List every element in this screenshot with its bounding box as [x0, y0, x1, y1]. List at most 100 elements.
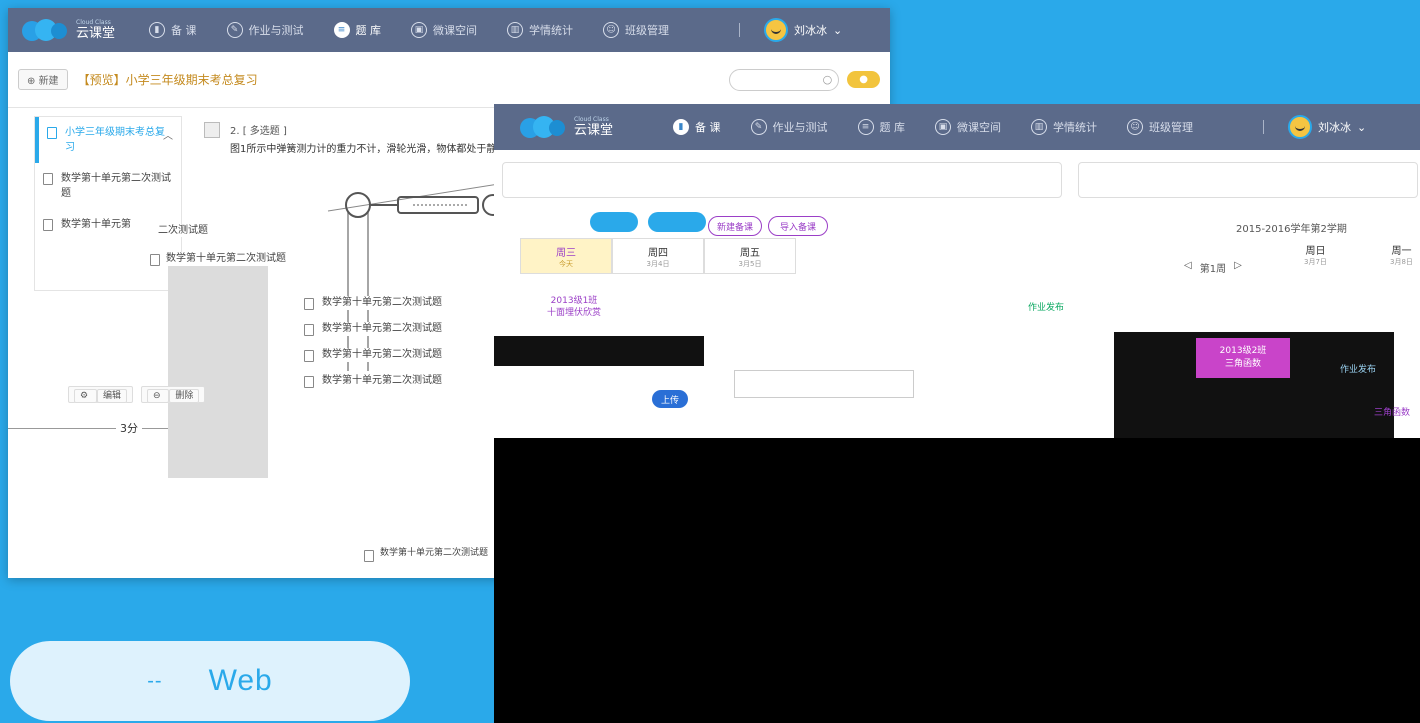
tag-label: Web — [208, 664, 273, 697]
chevron-down-icon: ⌄ — [833, 23, 843, 37]
preview-toolbar: ⊕ 新建 【预览】小学三年级期末考总复习 ○ ● — [8, 52, 890, 108]
user-menu[interactable]: 刘冰冰 ⌄ — [764, 18, 842, 42]
nav-class[interactable]: ☺ 班级管理 — [1127, 119, 1193, 135]
logo[interactable]: Cloud Class 云课堂 — [22, 19, 115, 41]
gear-icon: ⚙ — [74, 389, 97, 403]
plus-icon: ⊕ — [27, 76, 39, 87]
top-nav: Cloud Class 云课堂 ▮ 备 课 ✎ 作业与测试 ≡ 题 库 ▣ 微课空间 ▥… — [8, 8, 890, 52]
day-date: 3月7日 — [1304, 258, 1327, 266]
list-item[interactable]: 数学第十单元第二次测试题 — [304, 296, 444, 310]
day-name: 周四 — [648, 247, 668, 259]
extra-label: 二次测试题 — [158, 224, 208, 237]
document-icon — [304, 350, 314, 362]
nav-micro-course[interactable]: ▣ 微课空间 — [935, 119, 1001, 135]
import-lesson-button[interactable]: 导入备课 — [768, 216, 828, 236]
list-item[interactable]: 数学第十单元第二次测试题 — [304, 322, 444, 336]
sidebar-item-label: 数学第十单元第二次测试题 — [61, 173, 171, 199]
calendar-panel: 新建备课 导入备课 2015-2016学年第2学期 周三 今天 周四 3月4日 周五… — [494, 150, 1420, 438]
question-actions: ⚙ 编辑 ⊖ 删除 — [68, 386, 206, 403]
nav-homework[interactable]: ✎ 作业与测试 — [750, 119, 828, 135]
nav-question-bank[interactable]: ≡ 题 库 — [333, 22, 381, 38]
occlusion-block — [734, 370, 914, 398]
delete-button[interactable]: ⊖ 删除 — [140, 386, 206, 403]
chart-icon: ▥ — [1031, 119, 1048, 135]
document-icon — [150, 254, 160, 266]
chevron-up-icon[interactable]: ︿ — [163, 127, 173, 142]
list-item-label: 数学第十单元第二次测试题 — [322, 349, 442, 360]
nav-label: 备 课 — [695, 121, 721, 134]
homework-published-label-2: 作业发布 — [1340, 365, 1377, 375]
top-card-left — [502, 162, 1062, 198]
nav-divider — [739, 23, 741, 37]
week-switcher[interactable]: ◁ 第1周 ▷ — [1184, 260, 1242, 275]
chart-icon: ▥ — [507, 22, 524, 38]
day-header-thu[interactable]: 周四 3月4日 — [612, 238, 704, 274]
sidebar-item-test[interactable]: 数学第十单元第二次测试题 — [35, 163, 181, 209]
float-doc-label: 数学第十单元第二次测试题 — [166, 253, 286, 264]
pill-button-2[interactable] — [648, 212, 706, 232]
occlusion-block — [494, 336, 704, 366]
top-nav: Cloud Class 云课堂 ▮ 备 课 ✎ 作业与测试 ≡ 题 库 ▣ 微课空间 ▥… — [494, 104, 1420, 150]
tag-dash: -- — [147, 669, 163, 692]
list-item[interactable]: 数学第十单元第二次测试题 — [304, 374, 444, 388]
search-input[interactable]: ○ — [729, 68, 840, 91]
upload-button[interactable]: 上传 — [652, 390, 688, 408]
nav-label: 作业与测试 — [772, 121, 828, 134]
day-date: 3月8日 — [1390, 258, 1413, 266]
day-header-wed[interactable]: 周三 今天 — [520, 238, 612, 274]
nav-homework[interactable]: ✎ 作业与测试 — [226, 22, 304, 38]
day-header-sun[interactable]: 周日 3月7日 — [1304, 246, 1327, 266]
upload-label: 上传 — [660, 395, 679, 406]
day-header-fri[interactable]: 周五 3月5日 — [704, 238, 796, 274]
bottom-doc-item[interactable]: 数学第十单元第二次测试题 — [364, 548, 488, 562]
nav-stats[interactable]: ▥ 学情统计 — [507, 22, 573, 38]
sidebar-item-review[interactable]: 小学三年级期末考总复习 — [35, 117, 181, 163]
term-label: 2015-2016学年第2学期 — [1236, 224, 1347, 235]
day-name: 周一 — [1391, 246, 1412, 257]
avatar — [1288, 115, 1313, 139]
pill-label: 新建备课 — [716, 222, 753, 233]
nav-stats[interactable]: ▥ 学情统计 — [1031, 119, 1097, 135]
nav-label: 微课空间 — [433, 24, 478, 37]
bottom-doc-label: 数学第十单元第二次测试题 — [380, 548, 489, 558]
new-lesson-button[interactable]: 新建备课 — [708, 216, 762, 236]
platform-tag: -- Web — [10, 641, 410, 721]
lesson-card-1[interactable]: 2013级1班 十面埋伏欣赏 — [534, 296, 614, 319]
score-value: 3分 — [116, 420, 142, 436]
list-item-label: 数学第十单元第二次测试题 — [322, 323, 442, 334]
lesson-card-2[interactable]: 2013级2班 三角函数 — [1196, 338, 1290, 378]
nav-class[interactable]: ☺ 班级管理 — [603, 22, 669, 38]
front-window: Cloud Class 云课堂 ▮ 备 课 ✎ 作业与测试 ≡ 题 库 ▣ 微课空间 ▥… — [494, 104, 1420, 723]
day-name: 周日 — [1305, 246, 1326, 257]
logo[interactable]: Cloud Class 云课堂 — [520, 116, 613, 138]
nav-micro-course[interactable]: ▣ 微课空间 — [411, 22, 477, 38]
nav-label: 学情统计 — [529, 24, 574, 37]
class-icon: ☺ — [603, 22, 620, 38]
action-button[interactable]: ● — [847, 71, 880, 88]
question-checkbox[interactable] — [204, 122, 220, 138]
nav-lesson-prep[interactable]: ▮ 备 课 — [673, 119, 721, 135]
day-header-mon[interactable]: 周一 3月8日 — [1390, 246, 1413, 266]
new-button[interactable]: ⊕ 新建 — [18, 69, 68, 90]
homework-published-label: 作业发布 — [1028, 303, 1065, 313]
lesson-prep-icon: ▮ — [673, 119, 690, 135]
lesson-card-3[interactable]: 三角函数 — [1374, 408, 1410, 420]
nav-question-bank[interactable]: ≡ 题 库 — [857, 119, 905, 135]
pencil-icon: ✎ — [750, 119, 767, 135]
nav-lesson-prep[interactable]: ▮ 备 课 — [149, 22, 197, 38]
prev-week-icon[interactable]: ◁ — [1184, 260, 1192, 275]
pill-button-1[interactable] — [590, 212, 638, 232]
nav-label: 学情统计 — [1053, 121, 1098, 134]
user-menu[interactable]: 刘冰冰 ⌄ — [1288, 115, 1366, 139]
week-header: 周三 今天 周四 3月4日 周五 3月5日 — [520, 238, 796, 274]
document-icon — [364, 550, 374, 562]
edit-button[interactable]: ⚙ 编辑 — [68, 386, 133, 403]
chevron-down-icon: ⌄ — [1357, 120, 1367, 134]
nav-label: 作业与测试 — [248, 24, 304, 37]
lesson-prep-icon: ▮ — [149, 22, 166, 38]
list-item[interactable]: 数学第十单元第二次测试题 — [304, 348, 444, 362]
next-week-icon[interactable]: ▷ — [1234, 260, 1242, 275]
logo-name: 云课堂 — [574, 122, 614, 138]
user-name: 刘冰冰 — [1318, 121, 1352, 134]
edit-label: 编辑 — [96, 389, 127, 403]
